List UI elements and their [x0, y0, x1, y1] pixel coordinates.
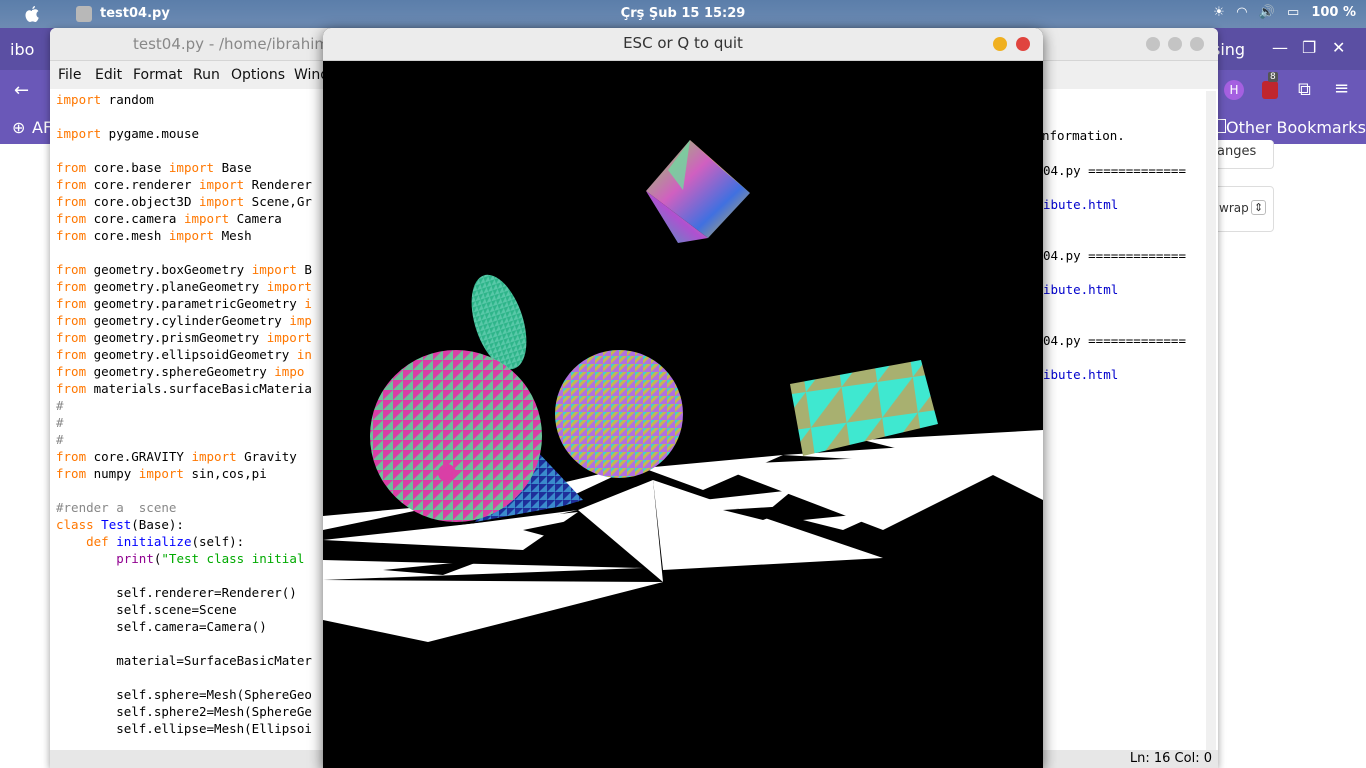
system-top-bar: test04.py Çrş Şub 15 15:29 ☀ ◠ 🔊 ▭ 100 %	[0, 0, 1366, 28]
sphere-mesh-small	[555, 350, 683, 478]
select-arrows-icon: ⇕	[1251, 200, 1267, 215]
close-button[interactable]	[1190, 37, 1204, 51]
cursor-position: Ln: 16 Col: 0	[1129, 751, 1212, 766]
maximize-button[interactable]	[1168, 37, 1182, 51]
close-icon[interactable]: ✕	[1332, 38, 1345, 57]
brightness-icon[interactable]: ☀	[1213, 5, 1225, 20]
ublock-icon[interactable]	[1262, 81, 1278, 99]
shell-link-3[interactable]: ibute.html	[1043, 367, 1118, 382]
pygame-minimize-button[interactable]	[993, 37, 1007, 51]
battery-icon[interactable]: ▭	[1287, 5, 1299, 20]
apple-logo-icon[interactable]	[24, 5, 40, 23]
pygame-title: ESC or Q to quit	[623, 34, 743, 52]
minimize-button[interactable]	[1146, 37, 1160, 51]
shell-link-2[interactable]: ibute.html	[1043, 282, 1118, 297]
globe-icon: ⊕	[12, 118, 26, 137]
vertical-scrollbar[interactable]	[1206, 91, 1216, 751]
sphere-mesh-large	[370, 350, 542, 522]
pygame-window: ESC or Q to quit	[323, 28, 1043, 768]
battery-percent: 100 %	[1311, 5, 1356, 20]
extensions-puzzle-icon[interactable]: ⧉	[1298, 79, 1311, 100]
system-tray[interactable]: ☀ ◠ 🔊 ▭ 100 %	[1213, 5, 1356, 20]
sphere-pole-dot	[438, 464, 456, 482]
menu-file[interactable]: File	[58, 67, 81, 83]
hamburger-menu-icon[interactable]: ≡	[1334, 78, 1349, 99]
pygame-close-button[interactable]	[1016, 37, 1030, 51]
shell-info-line: nformation.	[1042, 128, 1125, 143]
changes-chip-label: anges	[1217, 144, 1257, 159]
pygame-titlebar[interactable]: ESC or Q to quit	[323, 28, 1043, 61]
editor-title: test04.py - /home/ibrahim/	[133, 35, 335, 53]
wifi-icon[interactable]: ◠	[1237, 5, 1247, 20]
menu-edit[interactable]: Edit	[95, 67, 122, 83]
shell-restart-line-2: 04.py =============	[1043, 248, 1186, 263]
back-arrow-icon[interactable]: ←	[14, 80, 29, 101]
word-wrap-select[interactable]: wrap ⇕	[1210, 186, 1274, 232]
active-app-name[interactable]: test04.py	[100, 6, 170, 21]
menu-options[interactable]: Options	[231, 67, 285, 83]
shell-restart-line-1: 04.py =============	[1043, 163, 1186, 178]
shell-link-1[interactable]: ibute.html	[1043, 197, 1118, 212]
menu-run[interactable]: Run	[193, 67, 220, 83]
app-icon	[76, 6, 92, 22]
word-wrap-label: wrap	[1219, 201, 1249, 215]
restore-icon[interactable]: ❐	[1302, 38, 1316, 57]
menu-format[interactable]: Format	[133, 67, 182, 83]
extension-badge: 8	[1268, 72, 1278, 82]
clock[interactable]: Çrş Şub 15 15:29	[0, 6, 1366, 21]
shell-restart-line-3: 04.py =============	[1043, 333, 1186, 348]
changes-chip[interactable]: anges	[1210, 140, 1274, 169]
other-bookmarks[interactable]: Other Bookmarks	[1226, 118, 1366, 137]
volume-icon[interactable]: 🔊	[1259, 5, 1275, 20]
browser-tab-left[interactable]: ibo	[10, 40, 34, 59]
render-canvas[interactable]	[323, 60, 1043, 768]
cube-mesh	[646, 140, 750, 243]
minimize-icon[interactable]: —	[1272, 38, 1288, 57]
extension-h-icon[interactable]: H	[1224, 80, 1244, 100]
